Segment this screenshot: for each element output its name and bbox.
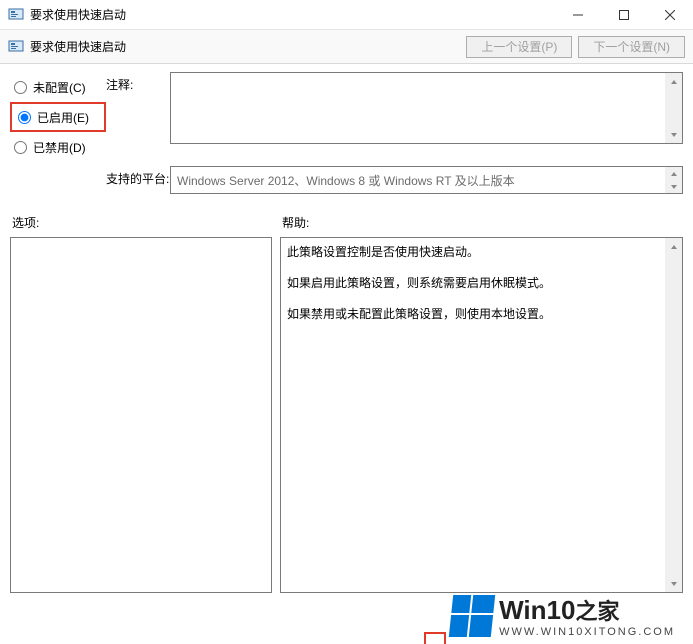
policy-icon [8, 7, 24, 23]
help-scrollbar[interactable] [665, 238, 682, 592]
radio-not-configured[interactable]: 未配置(C) [10, 74, 106, 100]
watermark-suffix: 之家 [575, 599, 619, 624]
scroll-down-icon[interactable] [665, 575, 682, 592]
help-panel: 此策略设置控制是否使用快速启动。 如果启用此策略设置，则系统需要启用休眠模式。 … [280, 237, 683, 593]
comment-scrollbar[interactable] [665, 73, 682, 143]
platforms-label: 支持的平台: [106, 166, 170, 187]
radio-not-configured-input[interactable] [14, 81, 27, 94]
scroll-down-icon[interactable] [665, 180, 682, 193]
toolbar: 要求使用快速启动 上一个设置(P) 下一个设置(N) [0, 30, 693, 64]
minimize-button[interactable] [555, 0, 601, 30]
help-paragraph: 此策略设置控制是否使用快速启动。 [287, 244, 660, 261]
next-setting-button[interactable]: 下一个设置(N) [578, 36, 685, 58]
supported-platforms-box: Windows Server 2012、Windows 8 或 Windows … [170, 166, 683, 194]
help-label: 帮助: [282, 214, 681, 231]
previous-setting-button[interactable]: 上一个设置(P) [466, 36, 572, 58]
content-area: 未配置(C) 已启用(E) 已禁用(D) 注释: 支持的平 [0, 64, 693, 593]
policy-icon [8, 39, 24, 55]
help-paragraph: 如果启用此策略设置，则系统需要启用休眠模式。 [287, 275, 660, 292]
scroll-down-icon[interactable] [665, 126, 682, 143]
comment-label: 注释: [106, 72, 170, 93]
radio-disabled-label: 已禁用(D) [33, 139, 86, 156]
scroll-up-icon[interactable] [665, 73, 682, 90]
scroll-up-icon[interactable] [665, 167, 682, 180]
options-panel [10, 237, 272, 593]
platforms-scrollbar[interactable] [665, 167, 682, 193]
radio-enabled-label: 已启用(E) [37, 109, 89, 126]
windows-logo-icon [449, 595, 495, 637]
highlight-fragment [424, 632, 446, 644]
watermark-url: WWW.WIN10XITONG.COM [499, 626, 675, 638]
options-help-body: 此策略设置控制是否使用快速启动。 如果启用此策略设置，则系统需要启用休眠模式。 … [10, 237, 683, 593]
window-controls [555, 0, 693, 29]
platforms-value: Windows Server 2012、Windows 8 或 Windows … [177, 172, 515, 189]
radio-not-configured-label: 未配置(C) [33, 79, 86, 96]
comment-textarea[interactable] [170, 72, 683, 144]
help-paragraph: 如果禁用或未配置此策略设置，则使用本地设置。 [287, 306, 660, 323]
watermark: Win10之家 WWW.WIN10XITONG.COM [451, 594, 675, 638]
highlight-enabled: 已启用(E) [10, 102, 106, 132]
radio-disabled-input[interactable] [14, 141, 27, 154]
radio-enabled[interactable]: 已启用(E) [14, 104, 102, 130]
state-radio-group: 未配置(C) 已启用(E) 已禁用(D) [10, 72, 106, 160]
toolbar-title: 要求使用快速启动 [30, 38, 460, 55]
maximize-button[interactable] [601, 0, 647, 30]
radio-disabled[interactable]: 已禁用(D) [10, 134, 106, 160]
close-button[interactable] [647, 0, 693, 30]
options-label: 选项: [12, 214, 282, 231]
scroll-up-icon[interactable] [665, 238, 682, 255]
radio-enabled-input[interactable] [18, 111, 31, 124]
window-titlebar: 要求使用快速启动 [0, 0, 693, 30]
window-title: 要求使用快速启动 [30, 6, 555, 23]
watermark-main: Win10 [499, 595, 575, 625]
options-help-header: 选项: 帮助: [10, 214, 683, 231]
